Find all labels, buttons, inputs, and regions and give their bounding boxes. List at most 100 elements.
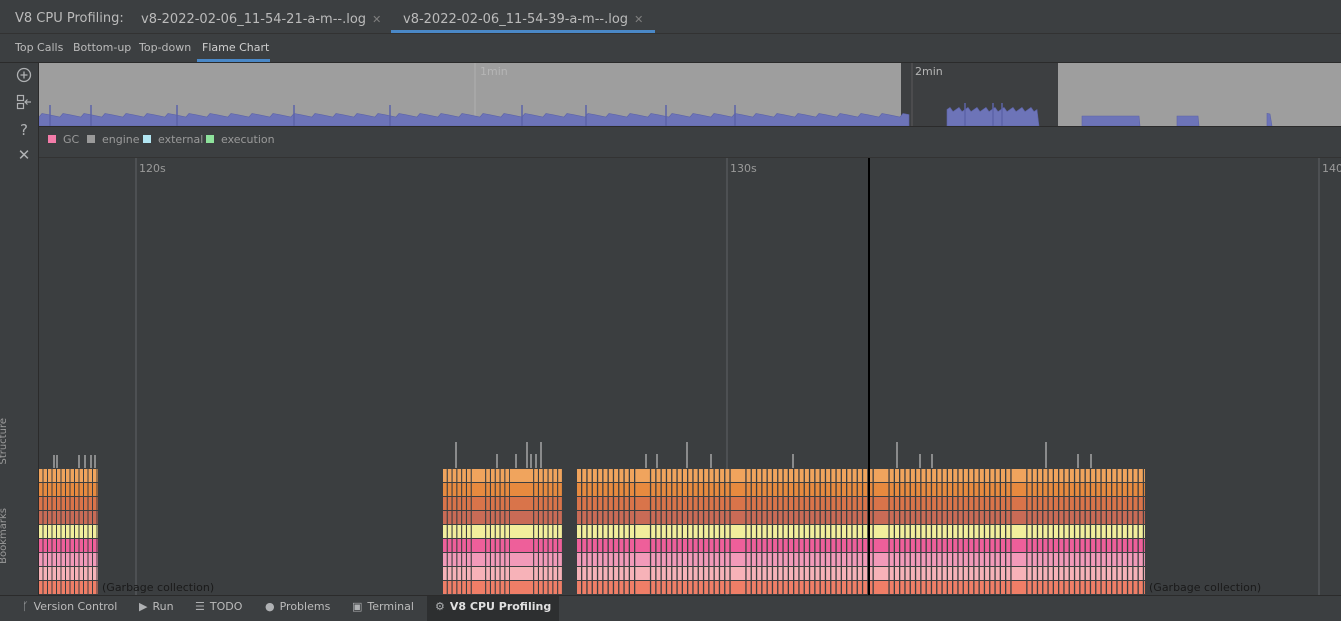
bookmarks-side-tab[interactable]: Bookmarks <box>0 508 9 564</box>
flame-frame <box>661 511 666 524</box>
flame-frame <box>75 539 79 552</box>
flame-frame <box>1043 497 1048 510</box>
flame-frame <box>592 497 597 510</box>
flame-frame <box>639 525 649 538</box>
flame-frame <box>505 525 510 538</box>
tab-top-down[interactable]: Top-down <box>139 41 191 54</box>
flame-frame <box>677 483 682 496</box>
flame-frame <box>656 539 661 552</box>
flame-frame <box>1085 553 1090 566</box>
flame-frame <box>815 497 820 510</box>
close-icon[interactable]: ✕ <box>634 13 643 26</box>
flame-frame <box>452 539 457 552</box>
flame-frame <box>683 539 687 552</box>
time-tick-label: 140 <box>1322 162 1341 175</box>
flame-frame <box>688 511 693 524</box>
flame-frame <box>70 539 74 552</box>
flame-frame <box>958 539 963 552</box>
flame-frame <box>1138 497 1143 510</box>
flame-chart[interactable]: 120s 130s 140 (Garbage collection) (Garbage … <box>39 158 1341 595</box>
file-tab-label: v8-2022-02-06_11-54-39-a-m--.log <box>403 12 629 27</box>
flame-frame <box>974 581 979 594</box>
flame-frame <box>43 567 47 580</box>
flame-frame <box>1059 567 1064 580</box>
flame-frame <box>1133 539 1138 552</box>
tab-bottom-up[interactable]: Bottom-up <box>73 41 131 54</box>
flame-frame <box>1059 511 1064 524</box>
flame-frame <box>826 511 831 524</box>
version-control-tool[interactable]: ᚴ Version Control <box>14 596 125 621</box>
flame-frame <box>1091 567 1096 580</box>
flame-frame <box>810 511 815 524</box>
flame-frame <box>66 469 70 482</box>
flame-frame <box>974 553 979 566</box>
flame-frame <box>910 483 915 496</box>
flame-frame <box>677 469 682 482</box>
todo-tool[interactable]: ☰ TODO <box>187 596 250 621</box>
flame-frame <box>1027 483 1032 496</box>
flame-frame <box>1014 567 1024 580</box>
flame-frame <box>667 567 672 580</box>
flame-frame <box>39 539 43 552</box>
flame-frame <box>1080 483 1085 496</box>
flame-frame <box>942 483 947 496</box>
flame-frame <box>624 469 629 482</box>
flame-frame <box>510 581 530 594</box>
file-tab-1[interactable]: v8-2022-02-06_11-54-21-a-m--.log ✕ <box>141 6 381 33</box>
flame-frame <box>762 497 767 510</box>
structure-side-tab[interactable]: Structure <box>0 418 9 465</box>
flame-frame <box>974 497 979 510</box>
flame-chart-canvas: 120s 130s 140 (Garbage collection) (Garbage … <box>39 158 1341 595</box>
flame-frame <box>995 469 1000 482</box>
flame-frame <box>1038 511 1043 524</box>
zoom-in-icon[interactable] <box>14 67 34 87</box>
flame-frame <box>624 567 629 580</box>
flame-frame <box>921 581 926 594</box>
flame-frame <box>1144 497 1145 510</box>
overview-timeline[interactable]: 1min 2min <box>39 63 1341 127</box>
flame-frame <box>799 553 804 566</box>
flame-frame <box>820 483 825 496</box>
flame-frame <box>467 511 471 524</box>
tab-flame-chart[interactable]: Flame Chart <box>202 41 269 54</box>
flame-frame <box>1122 469 1127 482</box>
terminal-tool[interactable]: ▣ Terminal <box>344 596 422 621</box>
flame-frame <box>548 567 553 580</box>
flame-frame <box>471 497 476 510</box>
tab-top-calls[interactable]: Top Calls <box>15 41 63 54</box>
close-icon[interactable]: ✕ <box>14 145 34 165</box>
flame-frame <box>500 567 505 580</box>
flame-frame <box>624 483 629 496</box>
flame-frame <box>789 539 793 552</box>
flame-frame <box>656 497 661 510</box>
navigate-icon[interactable] <box>14 94 34 114</box>
flame-frame <box>932 539 937 552</box>
help-icon[interactable]: ? <box>14 120 34 140</box>
file-tab-2[interactable]: v8-2022-02-06_11-54-39-a-m--.log ✕ <box>391 6 656 33</box>
flame-frame <box>1112 483 1117 496</box>
flame-frame <box>443 539 447 552</box>
flame-frame <box>75 581 79 594</box>
flame-frame <box>70 525 74 538</box>
flame-frame <box>773 539 778 552</box>
profiler-icon: ⚙ <box>435 600 445 613</box>
flame-frame <box>1027 553 1032 566</box>
flame-frame <box>457 525 462 538</box>
run-tool[interactable]: ▶ Run <box>131 596 182 621</box>
flame-frame <box>1059 525 1064 538</box>
flame-frame <box>926 511 931 524</box>
flame-frame <box>1032 539 1037 552</box>
flame-frame <box>1128 553 1133 566</box>
problems-tool[interactable]: ● Problems <box>257 596 338 621</box>
flame-frame <box>963 525 968 538</box>
flame-frame <box>1059 553 1064 566</box>
flame-frame <box>698 483 703 496</box>
close-icon[interactable]: ✕ <box>372 13 381 26</box>
flame-frame <box>875 567 885 580</box>
flame-frame <box>734 581 744 594</box>
flame-frame <box>767 539 772 552</box>
v8-cpu-profiling-tool[interactable]: ⚙ V8 CPU Profiling <box>427 596 560 621</box>
flame-frame <box>857 525 862 538</box>
flame-frame <box>57 581 61 594</box>
flame-frame <box>958 469 963 482</box>
